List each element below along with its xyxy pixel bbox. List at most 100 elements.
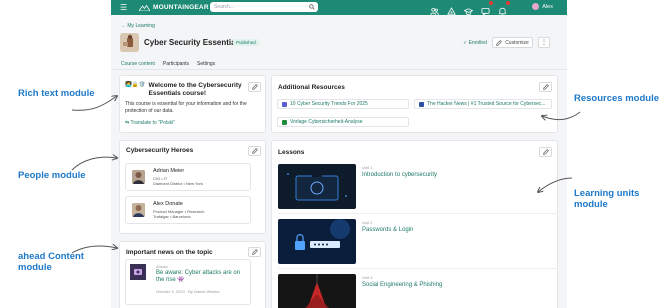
news-thumbnail bbox=[130, 264, 146, 280]
brand-name: MOUNTAINGEAR bbox=[153, 4, 209, 11]
app-window: ☰ MOUNTAINGEAR Alex ← My Learning Cyber … bbox=[111, 0, 567, 308]
graduation-cap-icon[interactable] bbox=[463, 3, 474, 16]
unit-label: Unit 3 bbox=[362, 275, 373, 280]
user-name: Alex bbox=[542, 3, 553, 10]
customize-label: Customize bbox=[505, 39, 529, 46]
callout-learning-units: Learning units module bbox=[574, 188, 639, 210]
resource-link[interactable]: Vorlage Cybersicherheit-Analyse bbox=[277, 117, 409, 127]
people-edit-button[interactable] bbox=[248, 146, 261, 156]
search-input[interactable] bbox=[214, 4, 304, 10]
resource-link-label: 10 Cyber Security Trends For 2025 bbox=[290, 101, 368, 107]
resource-link[interactable]: 10 Cyber Security Trends For 2025 bbox=[277, 99, 409, 109]
news-edit-button[interactable] bbox=[248, 247, 261, 257]
unit-title[interactable]: Introduction to cybersecurity bbox=[362, 172, 437, 178]
unit-thumbnail bbox=[278, 219, 356, 264]
unit-label: Unit 2 bbox=[362, 220, 373, 225]
news-card-title: Important news on the topic bbox=[126, 249, 213, 256]
chat-badge bbox=[489, 1, 493, 5]
people-card-title: Cybersecurity Heroes bbox=[126, 147, 194, 154]
translate-icon: ⇆ bbox=[125, 120, 130, 126]
person-card[interactable]: Adrian Meier CIO • IT Diamond District •… bbox=[125, 163, 251, 191]
customize-button[interactable]: Customize bbox=[492, 37, 533, 48]
resource-link-icon bbox=[419, 101, 424, 107]
resource-link-label: The Hacker News | #1 Trusted Source for … bbox=[427, 101, 546, 107]
resource-link-icon bbox=[282, 101, 287, 107]
resources-edit-button[interactable] bbox=[539, 82, 552, 92]
translate-label: Translate to "Polski" bbox=[130, 120, 176, 126]
enrolled-status: ✓ Enrolled bbox=[463, 40, 487, 46]
learning-unit[interactable]: Unit 2 Passwords & Login bbox=[278, 219, 558, 269]
learning-unit[interactable]: Unit 3 Social Engineering & Phishing bbox=[278, 274, 558, 308]
person-location: Trafalgar • Barcelona bbox=[153, 214, 191, 219]
person-name: Alex Donate bbox=[153, 201, 183, 207]
callout-rich-text: Rich text module bbox=[18, 88, 95, 99]
pencil-icon bbox=[542, 84, 549, 90]
callout-ahead-content: ahead Content module bbox=[18, 251, 84, 273]
course-thumbnail bbox=[120, 33, 139, 52]
resource-link-icon bbox=[282, 119, 287, 125]
search-icon[interactable] bbox=[309, 4, 315, 10]
callout-people: People module bbox=[18, 170, 86, 181]
bell-icon[interactable] bbox=[498, 1, 510, 16]
rich-text-heading: 👩‍💻🔒🛡️ Welcome to the Cybersecurity Esse… bbox=[125, 82, 244, 98]
breadcrumb-label: My Learning bbox=[127, 23, 155, 29]
person-card[interactable]: Alex Donate Product Manager • Research T… bbox=[125, 196, 251, 224]
callout-ahead-content-line2: module bbox=[18, 262, 52, 273]
pencil-icon bbox=[251, 84, 258, 90]
person-location: Diamond District • New York bbox=[153, 181, 203, 186]
course-thumbnail-image bbox=[120, 33, 139, 52]
callout-learning-units-line1: Learning units bbox=[574, 188, 640, 199]
unit-title[interactable]: Social Engineering & Phishing bbox=[362, 282, 442, 288]
chat-icon[interactable] bbox=[481, 1, 493, 17]
people-card: Cybersecurity Heroes Adrian Meier CIO • … bbox=[119, 140, 266, 234]
people-icon[interactable] bbox=[430, 3, 439, 16]
avatar bbox=[532, 3, 540, 10]
network-icon[interactable] bbox=[447, 3, 456, 15]
news-source: Ahead bbox=[156, 264, 168, 269]
rich-text-body: This course is essential for your inform… bbox=[125, 101, 247, 114]
breadcrumb[interactable]: ← My Learning bbox=[121, 23, 155, 29]
more-options-button[interactable]: ⋮ bbox=[538, 37, 550, 48]
resources-card: Additional Resources 10 Cyber Security T… bbox=[271, 75, 558, 133]
mountain-logo-icon bbox=[139, 4, 150, 11]
resource-link[interactable]: The Hacker News | #1 Trusted Source for … bbox=[414, 99, 552, 109]
menu-icon[interactable]: ☰ bbox=[120, 3, 130, 12]
pencil-icon bbox=[251, 249, 258, 255]
callout-resources: Resources module bbox=[574, 93, 659, 104]
enrolled-label: Enrolled bbox=[468, 40, 487, 46]
unit-title[interactable]: Passwords & Login bbox=[362, 227, 413, 233]
unit-thumbnail-image bbox=[278, 274, 356, 308]
rich-text-edit-button[interactable] bbox=[248, 82, 261, 92]
top-navigation-bar: ☰ MOUNTAINGEAR Alex bbox=[111, 0, 567, 17]
news-card: Important news on the topic Ahead Be awa… bbox=[119, 241, 266, 308]
user-menu[interactable]: Alex bbox=[532, 3, 553, 10]
notification-badge bbox=[506, 1, 510, 5]
person-photo-image bbox=[132, 203, 145, 217]
resource-link-label: Vorlage Cybersicherheit-Analyse bbox=[290, 119, 363, 125]
resources-card-title: Additional Resources bbox=[278, 84, 345, 91]
unit-thumbnail bbox=[278, 164, 356, 209]
person-photo bbox=[132, 203, 145, 217]
news-title[interactable]: Be aware: Cyber attacks are on the rise … bbox=[156, 270, 246, 284]
tab-divider bbox=[111, 69, 567, 70]
unit-thumbnail-image bbox=[278, 219, 356, 264]
rich-text-card: 👩‍💻🔒🛡️ Welcome to the Cybersecurity Esse… bbox=[119, 75, 266, 133]
nav-icons bbox=[430, 1, 510, 17]
page-title: Cyber Security Essentials bbox=[144, 38, 243, 47]
person-photo bbox=[132, 170, 145, 184]
lessons-edit-button[interactable] bbox=[539, 147, 552, 157]
learning-unit[interactable]: Unit 1 Introduction to cybersecurity bbox=[278, 164, 558, 214]
brand-logo[interactable]: MOUNTAINGEAR bbox=[139, 4, 209, 11]
unit-thumbnail bbox=[278, 274, 356, 308]
unit-divider bbox=[278, 268, 558, 269]
translate-link[interactable]: ⇆ Translate to "Polski" bbox=[125, 120, 175, 126]
rich-text-title: Welcome to the Cybersecurity Essentials … bbox=[148, 82, 242, 97]
pencil-icon bbox=[251, 148, 258, 154]
callout-learning-units-line2: module bbox=[574, 199, 608, 210]
lessons-card: Lessons Unit 1 Introduction to cybersecu… bbox=[271, 140, 558, 308]
unit-thumbnail-image bbox=[278, 164, 356, 209]
news-item[interactable]: Ahead Be aware: Cyber attacks are on the… bbox=[125, 259, 251, 305]
pencil-icon bbox=[496, 39, 503, 46]
news-thumbnail-image bbox=[130, 264, 146, 280]
callout-ahead-content-line1: ahead Content bbox=[18, 251, 84, 262]
